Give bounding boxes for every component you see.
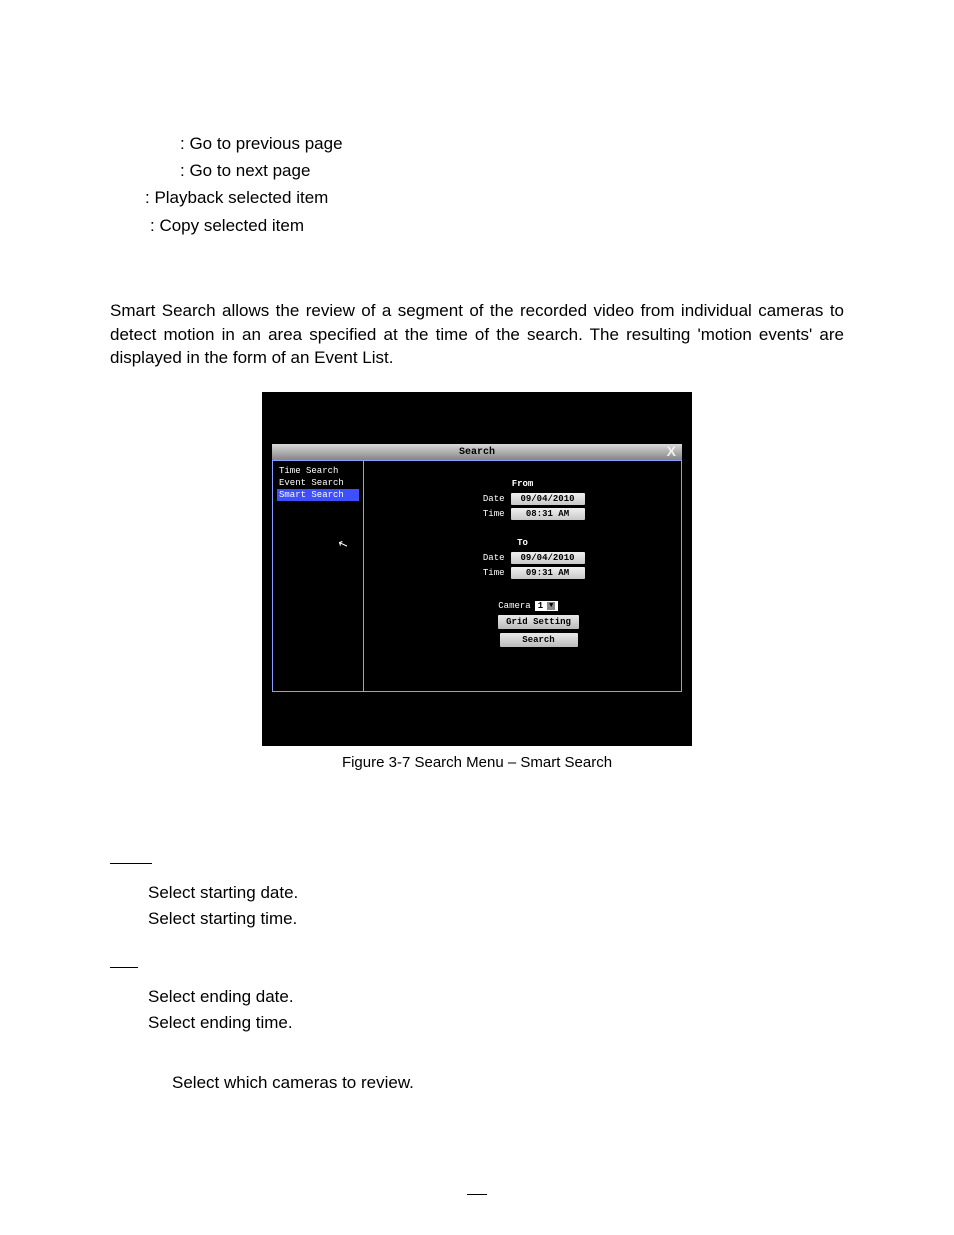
description-paragraph: Smart Search allows the review of a segm… [110,299,844,370]
from-time-input[interactable]: 08:31 AM [511,508,585,520]
def-camera: Select which cameras to review. [172,1073,844,1093]
to-time-input[interactable]: 09:31 AM [511,567,585,579]
sidebar-item-smart-search[interactable]: Smart Search [277,489,359,501]
camera-label: Camera [487,601,531,611]
def-to-time: Select ending time. [148,1013,844,1033]
sidebar-item-event-search[interactable]: Event Search [277,477,359,489]
glossary-list: : Go to previous page : Go to next page … [110,130,844,239]
definitions: Select starting date. Select starting ti… [110,831,844,1093]
chevron-down-icon: ▼ [547,602,555,610]
screenshot-figure: Search X Time Search Event Search Smart … [262,392,692,746]
glossary-next: : Go to next page [110,157,844,184]
def-from-time: Select starting time. [148,909,844,929]
camera-value: 1 [538,601,543,611]
grid-setting-button[interactable]: Grid Setting [498,615,579,629]
to-header: To [374,538,671,548]
from-date-label: Date [461,494,505,504]
search-button[interactable]: Search [500,633,578,647]
def-to-date: Select ending date. [148,987,844,1007]
from-header: From [374,479,671,489]
to-section-underline [110,953,138,968]
from-time-label: Time [461,509,505,519]
from-date-input[interactable]: 09/04/2010 [511,493,585,505]
window-title: Search [459,447,495,458]
page-number-separator [467,1194,487,1195]
to-time-label: Time [461,568,505,578]
search-form: From Date 09/04/2010 Time 08:31 AM To Da… [364,460,682,692]
glossary-copy: : Copy selected item [110,212,844,239]
camera-select[interactable]: 1 ▼ [535,601,559,611]
sidebar-item-time-search[interactable]: Time Search [277,465,359,477]
figure-caption: Figure 3-7 Search Menu – Smart Search [110,754,844,771]
glossary-prev: : Go to previous page [110,130,844,157]
window-title-bar: Search X [272,444,682,460]
from-section-underline [110,849,152,864]
def-from-date: Select starting date. [148,883,844,903]
to-date-input[interactable]: 09/04/2010 [511,552,585,564]
to-date-label: Date [461,553,505,563]
close-icon[interactable]: X [667,443,676,459]
search-mode-sidebar: Time Search Event Search Smart Search [272,460,364,692]
glossary-playback: : Playback selected item [110,184,844,211]
